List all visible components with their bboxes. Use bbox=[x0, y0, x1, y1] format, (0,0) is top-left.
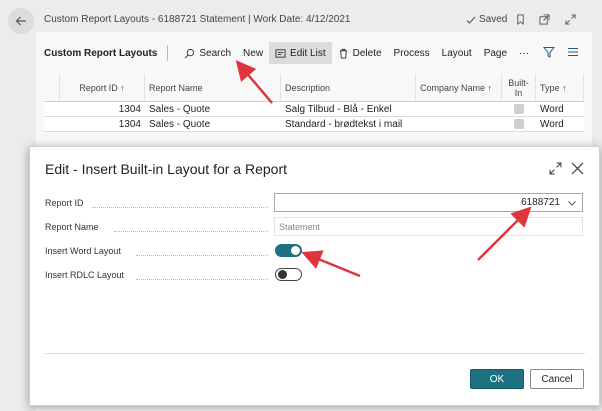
list-view-button[interactable] bbox=[566, 45, 580, 59]
open-new-window-button[interactable] bbox=[537, 12, 551, 26]
close-icon bbox=[571, 162, 583, 174]
more-label: ··· bbox=[519, 47, 530, 59]
edit-list-label: Edit List bbox=[290, 47, 326, 59]
table-row[interactable]: 1304 Sales - Quote Standard - brødtekst … bbox=[44, 117, 584, 132]
insert-rdlc-label: Insert RDLC Layout bbox=[45, 270, 125, 280]
saved-status: Saved bbox=[466, 14, 507, 25]
insert-rdlc-row: Insert RDLC Layout bbox=[45, 266, 124, 284]
cell-type: Word bbox=[540, 118, 564, 130]
insert-word-toggle[interactable] bbox=[275, 244, 302, 257]
cell-type: Word bbox=[540, 103, 564, 115]
row-select[interactable] bbox=[44, 117, 60, 131]
column-built-in[interactable]: Built-In bbox=[502, 74, 536, 101]
dialog-expand-button[interactable] bbox=[548, 161, 562, 175]
toggle-knob bbox=[278, 270, 287, 279]
cell-built-in bbox=[502, 102, 536, 116]
column-type[interactable]: Type ↑ bbox=[536, 74, 584, 101]
page-action[interactable]: Page bbox=[478, 42, 513, 64]
filter-icon bbox=[543, 47, 555, 58]
dialog-title: Edit - Insert Built-in Layout for a Repo… bbox=[45, 161, 287, 177]
page-label: Page bbox=[483, 47, 508, 59]
cell-report-name: Sales - Quote bbox=[149, 118, 211, 130]
saved-label: Saved bbox=[479, 14, 508, 25]
built-in-checkbox bbox=[514, 104, 524, 114]
arrow-left-icon bbox=[15, 16, 26, 26]
trash-icon bbox=[339, 48, 347, 59]
cell-description: Standard - brødtekst i mail bbox=[285, 118, 403, 130]
column-company-name[interactable]: Company Name ↑ bbox=[416, 74, 502, 101]
back-button[interactable] bbox=[8, 8, 34, 34]
list-name: Custom Report Layouts bbox=[44, 47, 158, 59]
new-label: New bbox=[243, 47, 264, 59]
insert-word-row: Insert Word Layout bbox=[45, 242, 121, 260]
column-select bbox=[44, 74, 60, 101]
cell-built-in bbox=[502, 117, 536, 131]
cell-report-name: Sales - Quote bbox=[149, 103, 211, 115]
checkmark-icon bbox=[466, 16, 476, 24]
search-label: Search bbox=[199, 47, 232, 59]
report-id-value: 6188721 bbox=[521, 197, 560, 208]
new-action[interactable]: New bbox=[237, 42, 269, 64]
report-id-label: Report ID bbox=[45, 198, 84, 208]
filter-button[interactable] bbox=[542, 45, 556, 59]
cell-company bbox=[416, 102, 502, 116]
dialog-close-button[interactable] bbox=[570, 161, 584, 175]
insert-layout-dialog: Edit - Insert Built-in Layout for a Repo… bbox=[29, 146, 600, 406]
insert-rdlc-leader bbox=[136, 279, 268, 280]
report-id-leader bbox=[92, 207, 268, 208]
row-select[interactable] bbox=[44, 102, 60, 116]
cell-report-id: 1304 bbox=[118, 118, 141, 130]
built-in-checkbox bbox=[514, 119, 524, 129]
more-actions-button[interactable]: ··· bbox=[513, 42, 535, 64]
search-icon bbox=[184, 48, 195, 58]
cancel-button[interactable]: Cancel bbox=[530, 369, 584, 389]
delete-action[interactable]: Delete bbox=[332, 42, 388, 64]
search-action[interactable]: Search bbox=[178, 42, 237, 64]
delete-label: Delete bbox=[352, 47, 382, 59]
column-report-name[interactable]: Report Name bbox=[145, 74, 281, 101]
layout-label: Layout bbox=[441, 47, 472, 59]
action-separator bbox=[167, 45, 169, 61]
edit-list-action[interactable]: Edit List bbox=[269, 42, 332, 64]
report-id-input[interactable]: 6188721 bbox=[274, 193, 583, 212]
expand-icon bbox=[549, 162, 561, 174]
column-description[interactable]: Description bbox=[281, 74, 416, 101]
report-name-field: Statement bbox=[274, 217, 583, 236]
expand-icon bbox=[564, 13, 576, 25]
toggle-knob bbox=[291, 246, 300, 255]
report-name-label: Report Name bbox=[45, 222, 99, 232]
column-report-id[interactable]: Report ID ↑ bbox=[60, 74, 145, 101]
layout-action[interactable]: Layout bbox=[436, 42, 478, 64]
action-bar: Custom Report Layouts Search New Edit Li… bbox=[36, 40, 592, 66]
insert-word-label: Insert Word Layout bbox=[45, 246, 121, 256]
insert-word-leader bbox=[136, 255, 268, 256]
ok-button[interactable]: OK bbox=[470, 369, 524, 389]
insert-rdlc-toggle[interactable] bbox=[275, 268, 302, 281]
open-new-window-icon bbox=[538, 13, 550, 25]
cell-description: Salg Tilbud - Blå - Enkel bbox=[285, 103, 392, 115]
process-action[interactable]: Process bbox=[388, 42, 436, 64]
process-label: Process bbox=[393, 47, 430, 59]
report-name-leader bbox=[114, 231, 268, 232]
cell-company bbox=[416, 117, 502, 131]
bookmark-button[interactable] bbox=[513, 12, 527, 26]
cell-report-id: 1304 bbox=[118, 103, 141, 115]
expand-button[interactable] bbox=[563, 12, 577, 26]
page-title: Custom Report Layouts - 6188721 Statemen… bbox=[44, 14, 351, 25]
table-header: Report ID ↑ Report Name Description Comp… bbox=[44, 74, 584, 102]
edit-list-icon bbox=[275, 48, 286, 58]
dialog-footer-divider bbox=[45, 353, 585, 354]
bookmark-icon bbox=[516, 13, 524, 25]
report-name-row: Report Name bbox=[45, 218, 99, 236]
layouts-table: Report ID ↑ Report Name Description Comp… bbox=[44, 74, 584, 132]
report-id-row: Report ID bbox=[45, 194, 84, 212]
list-view-icon bbox=[568, 48, 578, 56]
chevron-down-icon[interactable] bbox=[567, 198, 577, 208]
table-row[interactable]: 1304 Sales - Quote Salg Tilbud - Blå - E… bbox=[44, 102, 584, 117]
